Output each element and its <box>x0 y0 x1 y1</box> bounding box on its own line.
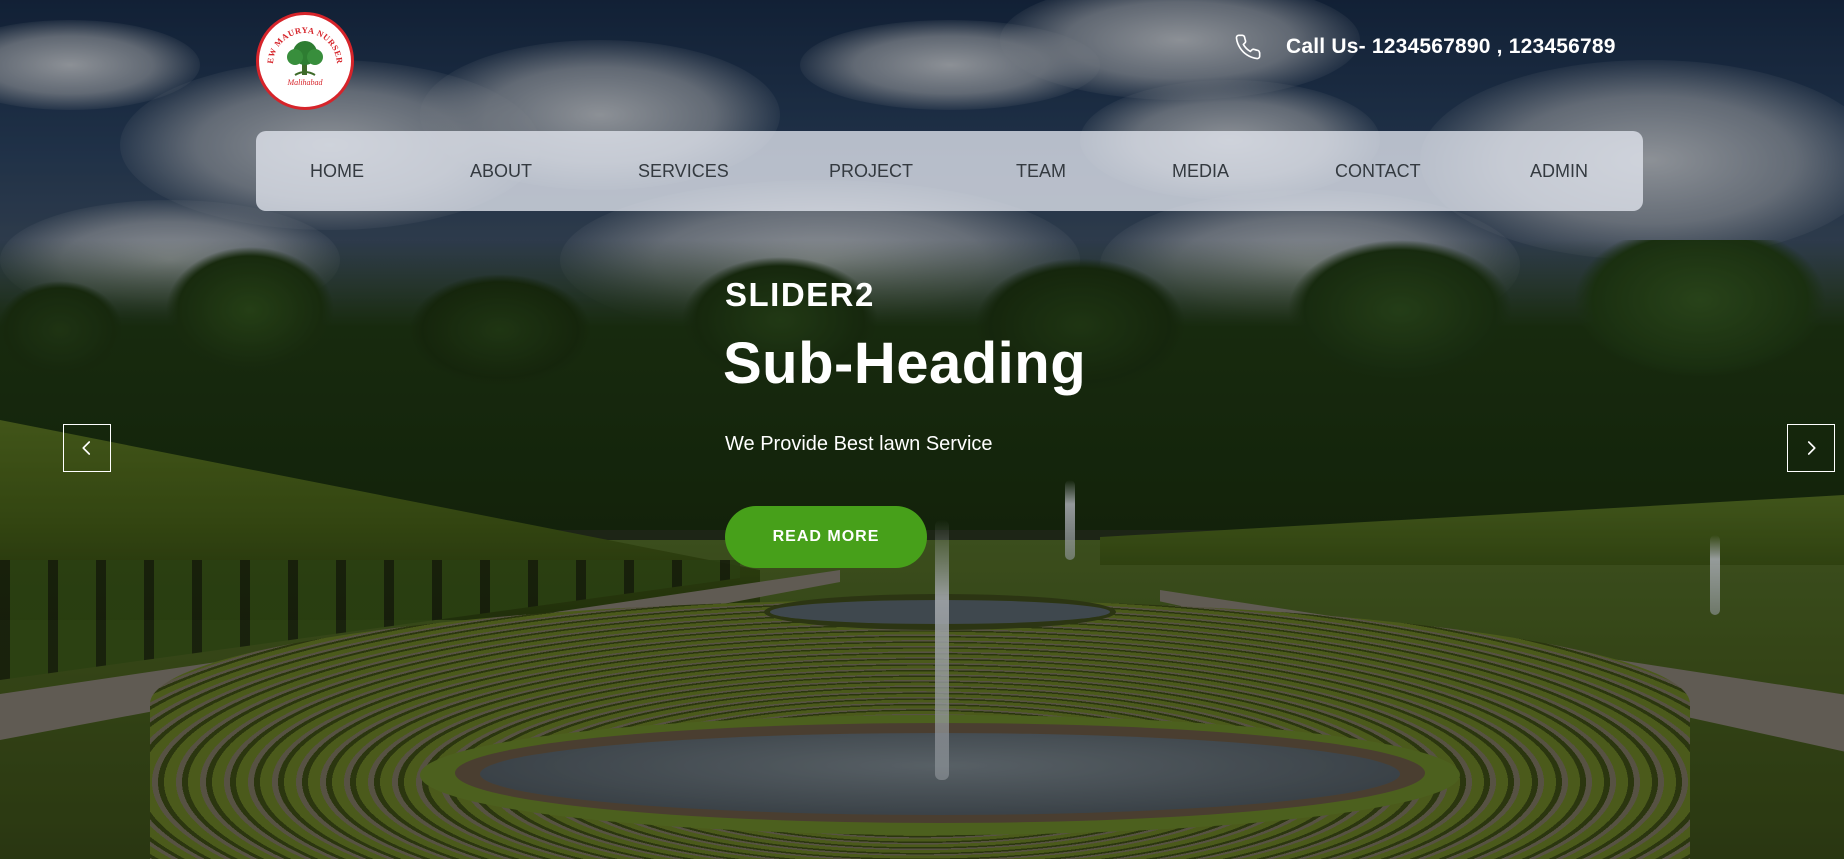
slider-prev-button[interactable] <box>63 424 111 472</box>
site-logo[interactable]: NEW MAURYA NURSERY Malihabad <box>256 12 354 110</box>
nav-item-admin[interactable]: ADMIN <box>1530 131 1588 211</box>
logo-location-text: Malihabad <box>286 78 323 87</box>
chevron-left-icon <box>82 441 91 455</box>
read-more-button[interactable]: READ MORE <box>725 506 927 568</box>
nav-item-services[interactable]: SERVICES <box>638 131 729 211</box>
slide-heading: Sub-Heading <box>723 331 1087 396</box>
hero-background <box>0 0 1844 859</box>
nav-item-about[interactable]: ABOUT <box>470 131 532 211</box>
nav-item-home[interactable]: HOME <box>310 131 364 211</box>
tree-logo-icon: NEW MAURYA NURSERY Malihabad <box>259 15 345 87</box>
main-navbar: HOME ABOUT SERVICES PROJECT TEAM MEDIA C… <box>256 131 1643 211</box>
slider-next-button[interactable] <box>1787 424 1835 472</box>
phone-icon[interactable] <box>1234 33 1262 61</box>
nav-item-media[interactable]: MEDIA <box>1172 131 1229 211</box>
chevron-right-icon <box>1807 441 1816 455</box>
nav-item-contact[interactable]: CONTACT <box>1335 131 1421 211</box>
nav-item-team[interactable]: TEAM <box>1016 131 1066 211</box>
slide-description: We Provide Best lawn Service <box>725 433 993 455</box>
call-number-text[interactable]: Call Us- 1234567890 , 123456789 <box>1286 35 1616 59</box>
call-info: Call Us- 1234567890 , 123456789 <box>1234 32 1616 62</box>
slide-label: SLIDER2 <box>725 276 875 313</box>
nav-item-project[interactable]: PROJECT <box>829 131 913 211</box>
dark-overlay <box>0 0 1844 859</box>
